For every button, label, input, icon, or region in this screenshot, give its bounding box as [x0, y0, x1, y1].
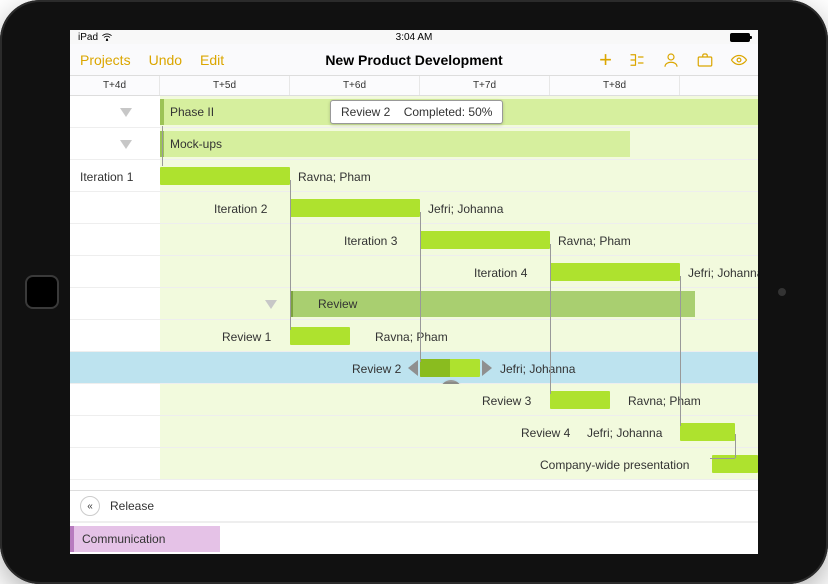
task-label: Iteration 1 — [80, 170, 133, 184]
release-row[interactable]: « Release — [70, 490, 758, 522]
task-tooltip: Review 2 Completed: 50% — [330, 100, 503, 124]
task-bar-rev1[interactable] — [290, 327, 350, 345]
group-label: Review — [318, 297, 357, 311]
task-label: Review 1 — [222, 330, 271, 344]
structure-icon[interactable] — [628, 51, 646, 69]
release-label: Release — [110, 499, 154, 513]
timeline-header: T+4d T+5d T+6d T+7d T+8d — [70, 76, 758, 96]
camera-dot — [778, 288, 786, 296]
communication-row[interactable]: Communication — [70, 522, 758, 554]
tooltip-completed-label: Completed: — [404, 105, 465, 119]
task-label: Company-wide presentation — [540, 458, 689, 472]
resize-handle-left[interactable] — [404, 360, 418, 376]
task-label: Review 4 — [521, 426, 570, 440]
task-bar-presentation[interactable] — [712, 455, 758, 473]
disclosure-triangle-icon[interactable] — [120, 140, 132, 149]
assignees: Ravna; Pham — [375, 330, 448, 344]
home-button[interactable] — [25, 275, 59, 309]
task-bar-iter4[interactable] — [550, 263, 680, 281]
task-bar-iter3[interactable] — [420, 231, 550, 249]
assignees: Jefri; Johanna — [500, 362, 575, 376]
assignees: Jefri; Johanna — [428, 202, 503, 216]
status-bar: iPad 3:04 AM — [70, 30, 758, 44]
task-bar-iter2[interactable] — [290, 199, 420, 217]
day-col: T+6d — [290, 76, 420, 95]
ipad-frame: iPad 3:04 AM Projects Undo Edit New Prod… — [0, 0, 828, 584]
add-icon[interactable]: + — [599, 51, 612, 69]
resize-handle-right[interactable] — [482, 360, 496, 376]
day-col: T+7d — [420, 76, 550, 95]
assignees: Ravna; Pham — [558, 234, 631, 248]
clock: 3:04 AM — [70, 32, 758, 43]
edit-button[interactable]: Edit — [200, 52, 224, 68]
task-bar-iter1[interactable] — [160, 167, 290, 185]
assignees: Ravna; Pham — [298, 170, 371, 184]
task-label: Iteration 3 — [344, 234, 397, 248]
undo-button[interactable]: Undo — [149, 52, 182, 68]
battery-icon — [730, 33, 750, 42]
day-col: T+5d — [160, 76, 290, 95]
assignees: Ravna; Pham — [628, 394, 701, 408]
task-progress-fill — [420, 359, 450, 377]
group-label: Phase II — [170, 105, 214, 119]
group-label: Communication — [82, 532, 165, 546]
group-bar-mockups[interactable] — [160, 131, 630, 157]
person-icon[interactable] — [662, 51, 680, 69]
task-label: Iteration 4 — [474, 266, 527, 280]
eye-icon[interactable] — [730, 51, 748, 69]
projects-button[interactable]: Projects — [80, 52, 131, 68]
disclosure-triangle-icon[interactable] — [120, 108, 132, 117]
day-col: T+4d — [70, 76, 160, 95]
task-bar-rev4[interactable] — [680, 423, 735, 441]
briefcase-icon[interactable] — [696, 51, 714, 69]
collapse-button[interactable]: « — [80, 496, 100, 516]
screen: iPad 3:04 AM Projects Undo Edit New Prod… — [70, 30, 758, 554]
tooltip-task: Review 2 — [341, 105, 390, 119]
task-label: Review 2 — [352, 362, 401, 376]
disclosure-triangle-icon[interactable] — [265, 300, 277, 309]
assignees: Jefri; Johanna — [587, 426, 662, 440]
task-label: Review 3 — [482, 394, 531, 408]
selected-row[interactable]: Review 2 Jefri; Johanna — [70, 352, 758, 384]
task-label: Iteration 2 — [214, 202, 267, 216]
gantt-chart[interactable]: Phase II Mock-ups Iteration 1 Ravna; Pha… — [70, 96, 758, 554]
day-col: T+8d — [550, 76, 680, 95]
group-label: Mock-ups — [170, 137, 222, 151]
tooltip-completed-value: 50% — [468, 105, 492, 119]
toolbar: Projects Undo Edit New Product Developme… — [70, 44, 758, 76]
assignees: Jefri; Johanna — [688, 266, 758, 280]
task-bar-rev3[interactable] — [550, 391, 610, 409]
